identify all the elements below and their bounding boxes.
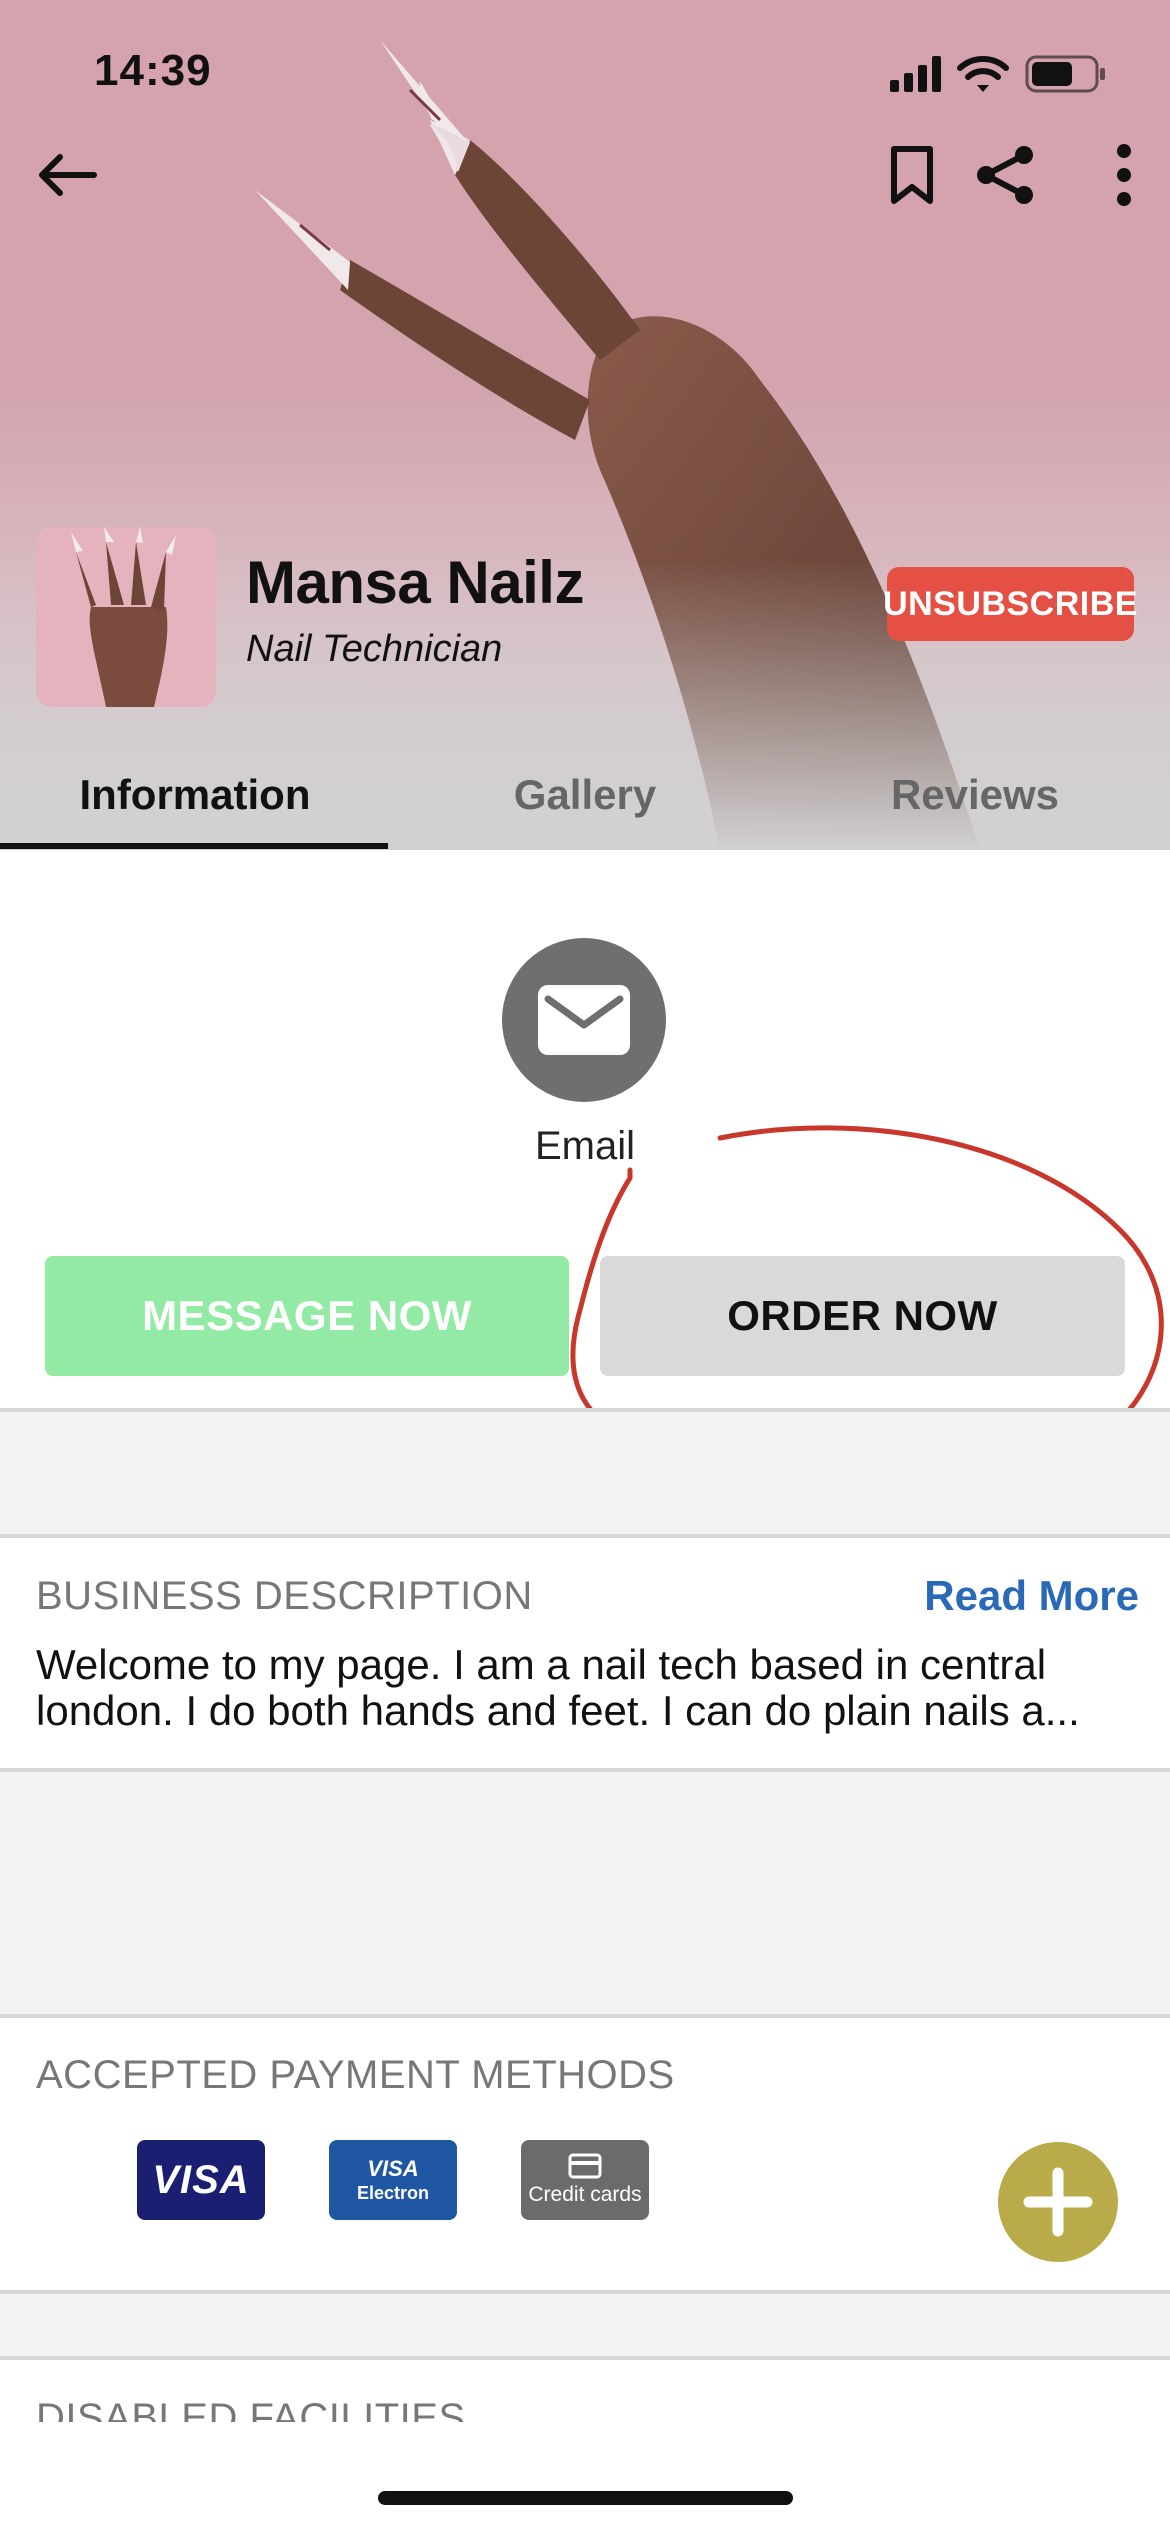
plus-icon (1023, 2167, 1093, 2237)
payment-methods-title: ACCEPTED PAYMENT METHODS (36, 2053, 675, 2097)
more-vertical-icon[interactable] (1084, 135, 1164, 215)
business-name: Mansa Nailz (246, 549, 584, 616)
home-indicator[interactable] (378, 2491, 793, 2505)
visa-card-logo: VISA (137, 2140, 265, 2220)
email-button[interactable] (502, 938, 666, 1102)
back-arrow-icon[interactable] (26, 135, 106, 215)
business-description-title: BUSINESS DESCRIPTION (36, 1574, 533, 1618)
profile-tabs: Information Gallery Reviews (0, 740, 1170, 850)
visa-electron-text: VISA (367, 2156, 419, 2181)
disabled-facilities-clip: DISABLED FACILITIES (0, 2360, 1170, 2422)
business-avatar (36, 527, 216, 707)
divider (0, 1534, 1170, 1538)
email-label: Email (534, 1124, 636, 1168)
description-line: Welcome to my page. I am a nail tech bas… (36, 1642, 1047, 1688)
unsubscribe-button[interactable]: UNSUBSCRIBE (883, 567, 1137, 641)
status-time: 14:39 (94, 46, 212, 95)
tab-information[interactable]: Information (0, 740, 390, 850)
credit-card-icon (568, 2153, 602, 2179)
add-button[interactable] (998, 2142, 1118, 2262)
status-icons (890, 52, 1120, 103)
visa-electron-subtext: Electron (356, 2183, 430, 2203)
signal-icon (890, 56, 941, 92)
credit-cards-logo: Credit cards (521, 2140, 649, 2220)
tab-gallery[interactable]: Gallery (390, 740, 780, 850)
visa-text: VISA (152, 2157, 250, 2202)
bookmark-icon[interactable] (872, 135, 952, 215)
share-icon[interactable] (966, 135, 1046, 215)
divider (0, 2014, 1170, 2018)
business-role: Nail Technician (246, 628, 503, 670)
tab-reviews[interactable]: Reviews (780, 740, 1170, 850)
spacer-band (0, 2294, 1170, 2356)
status-bar: 14:39 (0, 0, 1170, 140)
email-icon (538, 985, 630, 1055)
wifi-icon (957, 56, 1009, 92)
order-now-button[interactable]: ORDER NOW (600, 1256, 1125, 1376)
profile-hero: 14:39 Mansa Nailz Nail Technician UNSUBS… (0, 0, 1170, 850)
battery-icon (1025, 55, 1105, 93)
spacer-band (0, 1772, 1170, 2014)
active-tab-indicator (0, 843, 388, 849)
spacer-band (0, 1412, 1170, 1534)
business-description-text: Welcome to my page. I am a nail tech bas… (36, 1642, 1146, 1734)
credit-cards-label: Credit cards (528, 2183, 642, 2206)
read-more-link[interactable]: Read More (924, 1572, 1139, 1620)
description-line: london. I do both hands and feet. I can … (36, 1688, 1080, 1734)
visa-electron-card-logo: VISA Electron (329, 2140, 457, 2220)
message-now-button[interactable]: MESSAGE NOW (45, 1256, 569, 1376)
disabled-facilities-title: DISABLED FACILITIES (36, 2396, 466, 2422)
